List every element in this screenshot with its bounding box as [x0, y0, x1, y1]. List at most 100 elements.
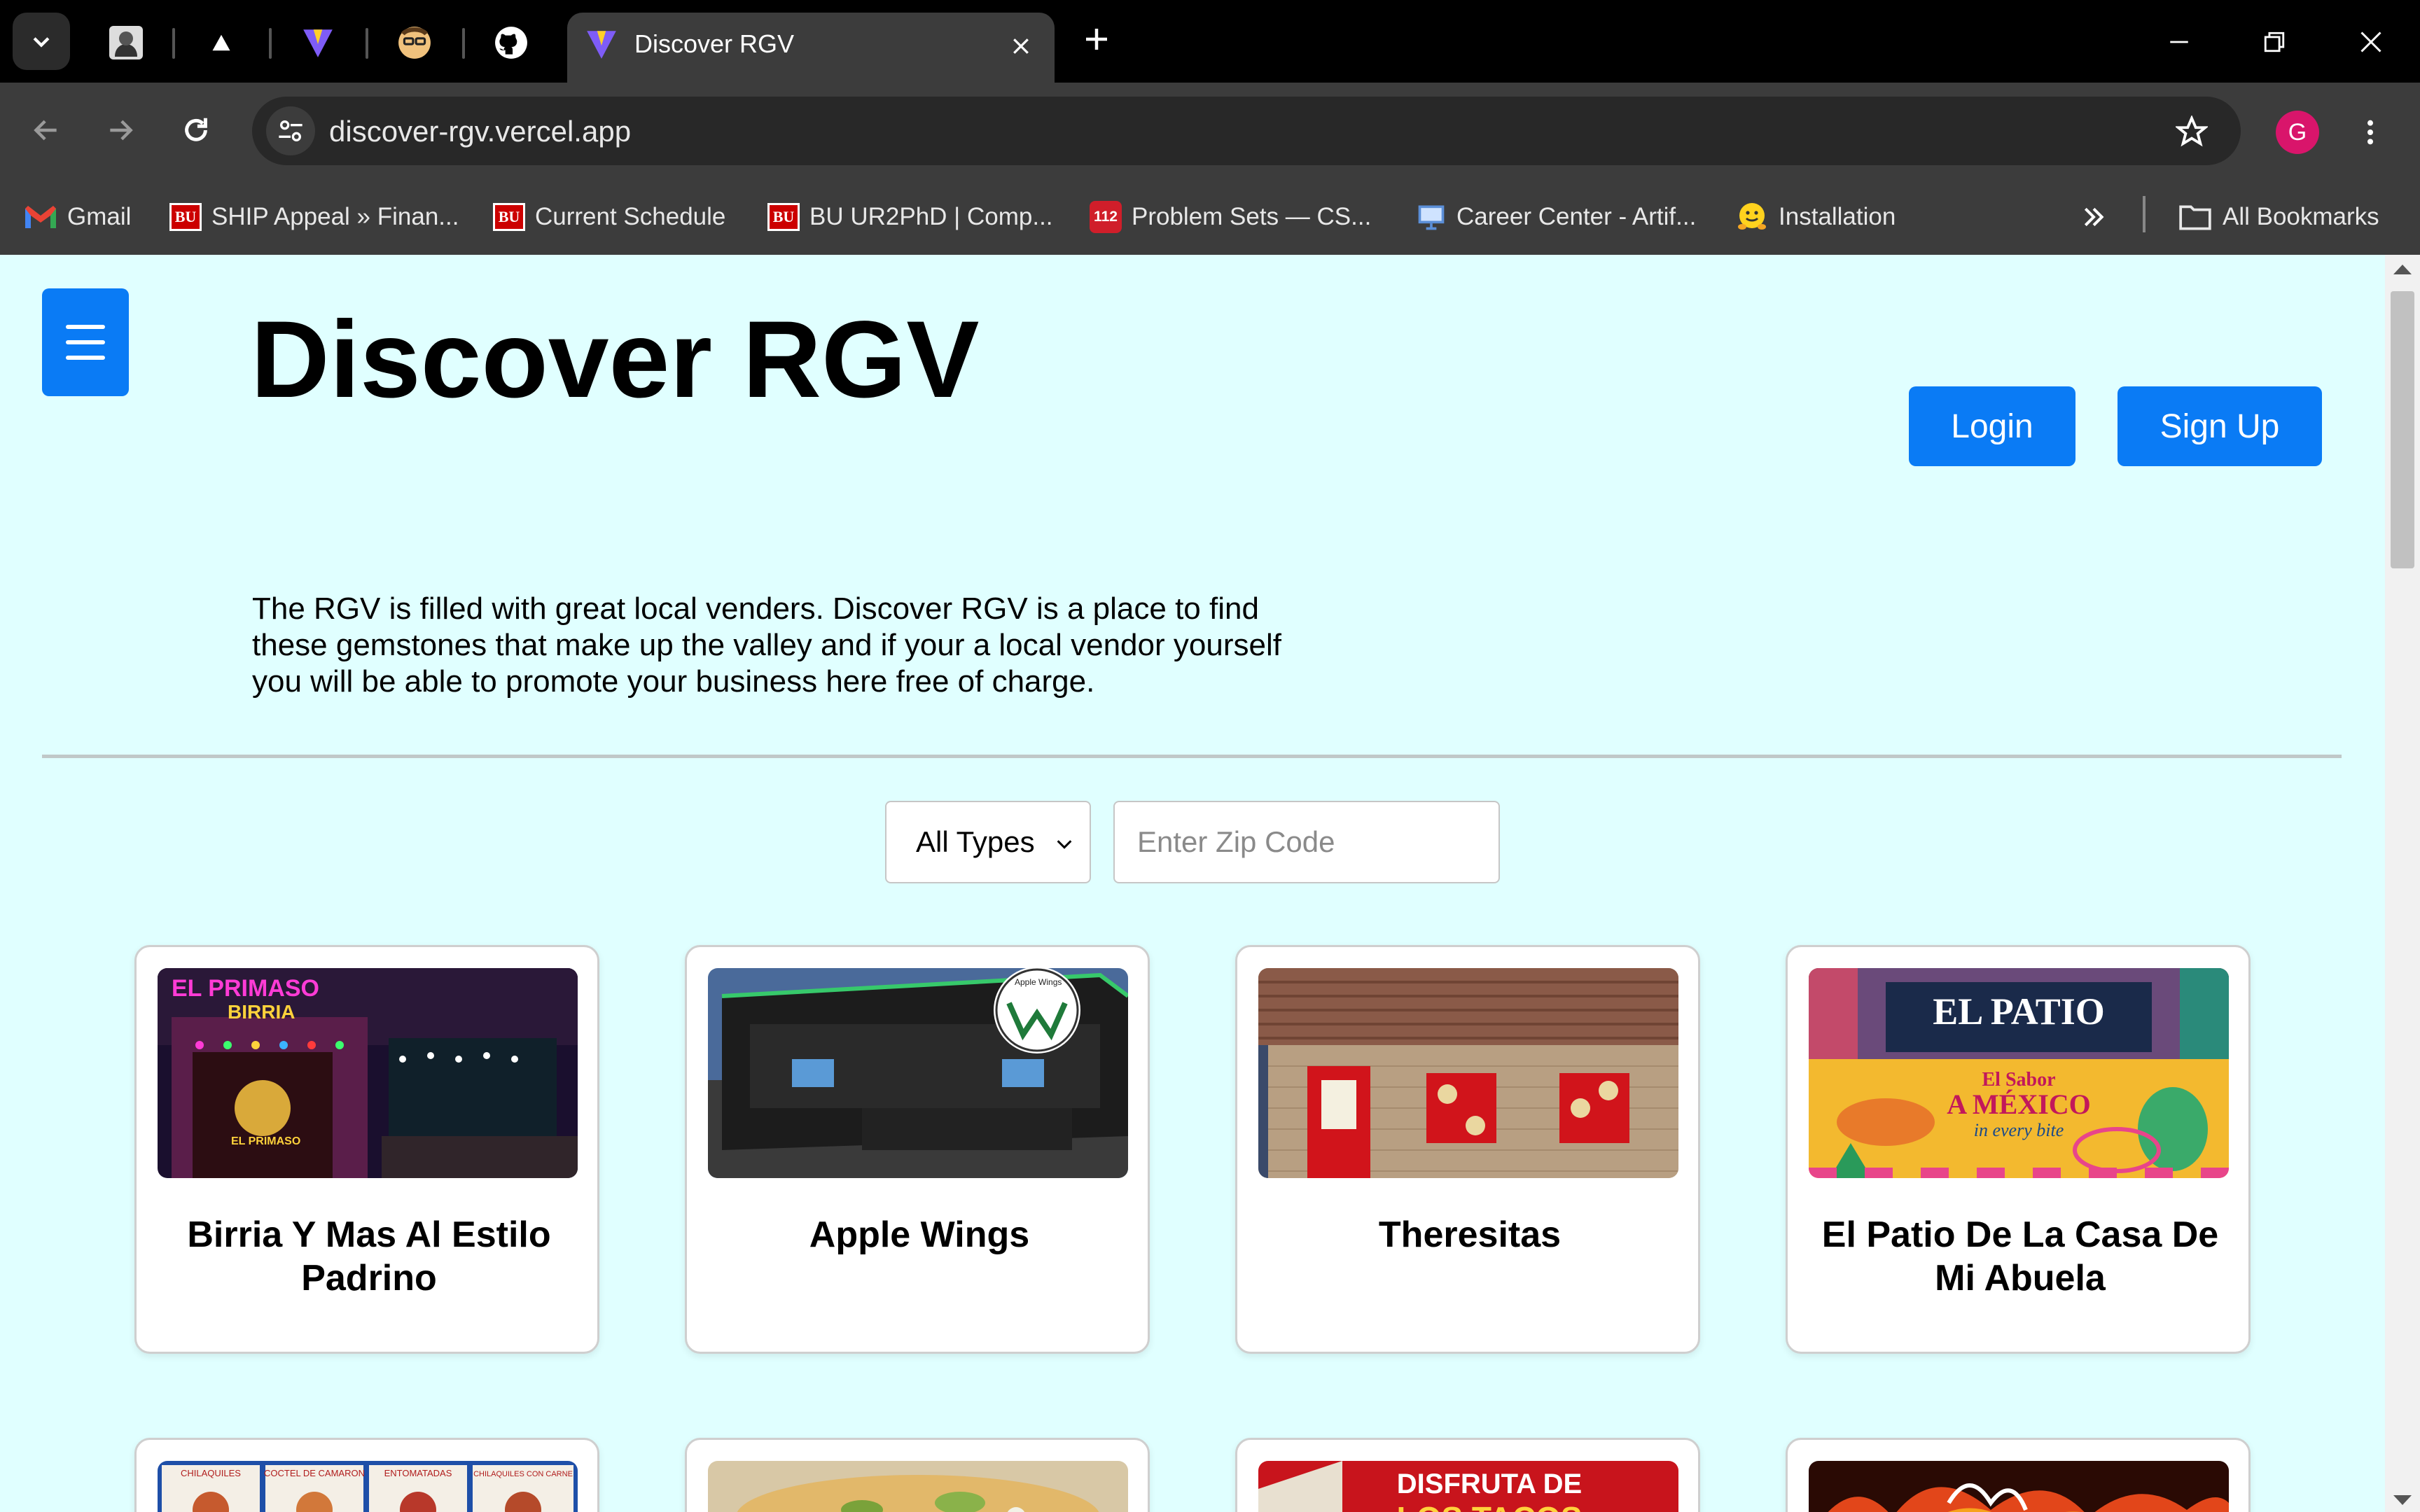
active-tab[interactable]: Discover RGV [567, 13, 1055, 83]
bu-icon: BU [493, 203, 525, 231]
login-button[interactable]: Login [1909, 386, 2075, 466]
back-button[interactable] [17, 101, 76, 160]
star-icon [2176, 115, 2208, 147]
address-bar[interactable]: discover-rgv.vercel.app [252, 97, 2241, 165]
site-info-button[interactable] [266, 106, 315, 155]
pinned-tab-3[interactable] [286, 14, 350, 71]
vendor-name: Birria Y Mas Al Estilo Padrino [187, 1214, 551, 1298]
112-icon: 112 [1090, 201, 1122, 233]
arrow-left-icon [34, 120, 57, 141]
vendor-card[interactable]: Theresitas [1235, 945, 1700, 1354]
bookmark-problem-sets[interactable]: 112 Problem Sets — CS... [1090, 197, 1371, 237]
page-scrollbar[interactable] [2385, 255, 2420, 1512]
vendor-card[interactable]: DISFRUTA DE LOS TACOS [1235, 1438, 1700, 1512]
vendor-image [1809, 1461, 2229, 1512]
intro-paragraph: The RGV is filled with great local vende… [252, 592, 1281, 699]
browser-menu-button[interactable] [2346, 108, 2395, 157]
minimize-button[interactable] [2137, 13, 2221, 71]
signup-button[interactable]: Sign Up [2118, 386, 2322, 466]
bookmarks-bar: Gmail BU SHIP Appeal » Finan... BU Curre… [0, 182, 2420, 256]
bookmark-label: Gmail [67, 203, 132, 230]
zip-code-input[interactable] [1113, 801, 1500, 883]
plus-icon [1086, 29, 1107, 50]
vendor-name: El Patio De La Casa De Mi Abuela [1821, 1214, 2219, 1298]
vendor-image: DISFRUTA DE LOS TACOS [1258, 1461, 1678, 1512]
bookmark-label: Installation [1779, 203, 1896, 230]
forward-button[interactable] [91, 101, 150, 160]
bu-icon: BU [169, 203, 202, 231]
bookmark-star-button[interactable] [2171, 111, 2213, 153]
vendor-name: Apple Wings [809, 1214, 1030, 1255]
vendor-name: Theresitas [1378, 1214, 1562, 1255]
chevron-down-icon [33, 37, 50, 48]
bookmark-ship-appeal[interactable]: BU SHIP Appeal » Finan... [169, 197, 459, 237]
vendor-image [1258, 968, 1678, 1178]
pinned-tab-2[interactable] [189, 14, 253, 71]
vendor-logo-text: Apple Wings [1015, 977, 1062, 987]
scroll-up-arrow-icon[interactable] [2393, 265, 2412, 274]
bookmark-gmail[interactable]: Gmail [24, 197, 131, 237]
vite-favicon-icon [303, 29, 333, 57]
new-tab-button[interactable] [1076, 18, 1118, 60]
window-close-button[interactable] [2329, 13, 2413, 71]
vendor-card[interactable]: EL PRIMASO BIRRIA EL PRIMASO Birria Y Ma… [134, 945, 599, 1354]
menu-image-label: COCTEL DE CAMARON [264, 1468, 365, 1478]
triangle-favicon-icon [212, 34, 230, 51]
tab-close-button[interactable] [1004, 29, 1038, 63]
bookmark-current-schedule[interactable]: BU Current Schedule [493, 197, 725, 237]
close-icon [2360, 31, 2381, 52]
profile-avatar[interactable]: G [2276, 111, 2319, 154]
vendor-image: EL PATIO El Sabor A MÉXICO in every bite [1809, 968, 2229, 1178]
vendor-card[interactable] [1786, 1438, 2251, 1512]
hamburger-menu-button[interactable] [42, 288, 129, 396]
hugging-face-icon [1738, 203, 1766, 230]
reload-icon [185, 118, 207, 141]
arrow-right-icon [110, 120, 133, 141]
pinned-tab-4[interactable] [382, 14, 447, 71]
vendor-card[interactable]: Apple Wings Apple Wings [685, 945, 1150, 1354]
url-text[interactable]: discover-rgv.vercel.app [329, 115, 631, 148]
menu-line [66, 325, 105, 329]
pinned-tab-1[interactable] [94, 14, 158, 71]
site-title: Discover RGV [251, 299, 980, 421]
anime-avatar-favicon-icon [109, 26, 143, 59]
chevron-down-icon [1057, 840, 1072, 849]
tab-strip: Discover RGV [0, 0, 2420, 83]
type-filter-value: All Types [916, 825, 1035, 858]
vite-favicon-icon [587, 31, 616, 59]
monitor-icon [1418, 205, 1445, 230]
reload-button[interactable] [167, 101, 225, 160]
scroll-down-arrow-icon[interactable] [2393, 1495, 2412, 1505]
navigation-bar: discover-rgv.vercel.app G [0, 83, 2420, 182]
vendor-image: Apple Wings [708, 968, 1128, 1178]
folder-icon [2179, 205, 2211, 230]
vendor-sign-subtext: BIRRIA [228, 1001, 295, 1023]
pinned-tab-5[interactable] [479, 14, 543, 71]
active-tab-title: Discover RGV [634, 29, 795, 58]
bookmark-label: SHIP Appeal » Finan... [211, 203, 459, 230]
tab-search-button[interactable] [13, 13, 70, 70]
bu-icon: BU [767, 203, 800, 231]
menu-image-label: CHILAQUILES [181, 1468, 241, 1478]
all-bookmarks-button[interactable]: All Bookmarks [2178, 197, 2379, 237]
menu-line [66, 340, 105, 344]
restore-icon [2264, 31, 2285, 52]
bookmark-bu-ur2phd[interactable]: BU BU UR2PhD | Comp... [767, 197, 1053, 237]
section-divider [42, 755, 2342, 758]
vendor-banner-line1: El Sabor [1982, 1069, 2055, 1091]
vendor-card[interactable] [685, 1438, 1150, 1512]
avatar-favicon-icon [398, 27, 431, 59]
bookmark-installation[interactable]: Installation [1735, 197, 1896, 237]
vendor-card[interactable]: EL PATIO El Sabor A MÉXICO in every bite… [1786, 945, 2251, 1354]
more-bookmarks-button[interactable] [2080, 197, 2108, 237]
scrollbar-thumb[interactable] [2391, 291, 2414, 568]
page-content: Discover RGV Login Sign Up The RGV is fi… [0, 255, 2385, 1512]
restore-button[interactable] [2232, 13, 2316, 71]
bookmark-career-center[interactable]: Career Center - Artif... [1416, 197, 1696, 237]
type-filter-select[interactable]: All Types [885, 801, 1091, 883]
vendor-image [708, 1461, 1128, 1512]
vendor-card[interactable]: CHILAQUILES COCTEL DE CAMARON ENTOMATADA… [134, 1438, 599, 1512]
close-icon [1013, 38, 1029, 54]
vendor-banner-line3: in every bite [1974, 1120, 2064, 1140]
vendor-door-text: EL PRIMASO [231, 1135, 300, 1147]
